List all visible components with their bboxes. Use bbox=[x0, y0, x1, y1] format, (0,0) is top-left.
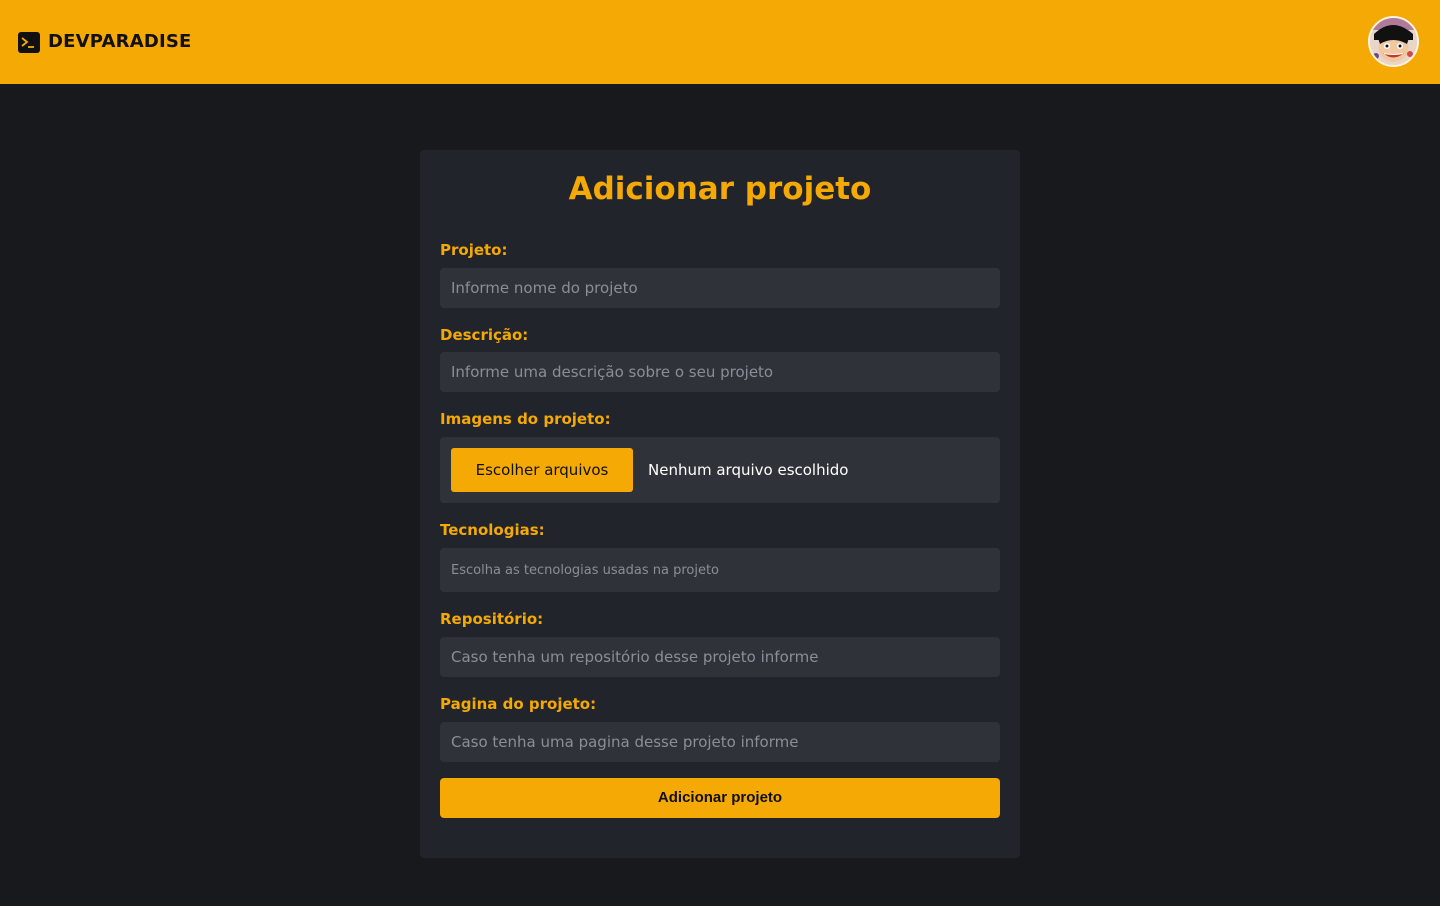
avatar-image bbox=[1370, 18, 1417, 65]
repositorio-input[interactable] bbox=[440, 637, 1000, 677]
projeto-input[interactable] bbox=[440, 268, 1000, 308]
descricao-label: Descrição: bbox=[440, 326, 529, 344]
page-title: Adicionar projeto bbox=[568, 171, 872, 207]
tecnologias-select[interactable] bbox=[440, 548, 1000, 592]
add-project-button[interactable]: Adicionar projeto bbox=[440, 778, 1000, 818]
imagens-file-input[interactable]: Escolher arquivos Nenhum arquivo escolhi… bbox=[440, 437, 1000, 503]
file-status-text: Nenhum arquivo escolhido bbox=[648, 461, 849, 479]
tecnologias-label: Tecnologias: bbox=[440, 521, 545, 539]
imagens-label: Imagens do projeto: bbox=[440, 410, 611, 428]
repositorio-label: Repositório: bbox=[440, 610, 544, 628]
pagina-input[interactable] bbox=[440, 722, 1000, 762]
brand-name: DEVPARADISE bbox=[48, 31, 192, 52]
projeto-label: Projeto: bbox=[440, 241, 508, 259]
add-project-card: Adicionar projeto Projeto: Descrição: Im… bbox=[420, 150, 1020, 858]
user-avatar[interactable] bbox=[1368, 16, 1419, 67]
descricao-input[interactable] bbox=[440, 352, 1000, 392]
choose-files-button[interactable]: Escolher arquivos bbox=[451, 448, 633, 492]
terminal-icon bbox=[18, 31, 40, 53]
pagina-label: Pagina do projeto: bbox=[440, 695, 597, 713]
brand-logo[interactable]: DEVPARADISE bbox=[18, 31, 192, 53]
top-header: DEVPARADISE bbox=[0, 0, 1440, 84]
